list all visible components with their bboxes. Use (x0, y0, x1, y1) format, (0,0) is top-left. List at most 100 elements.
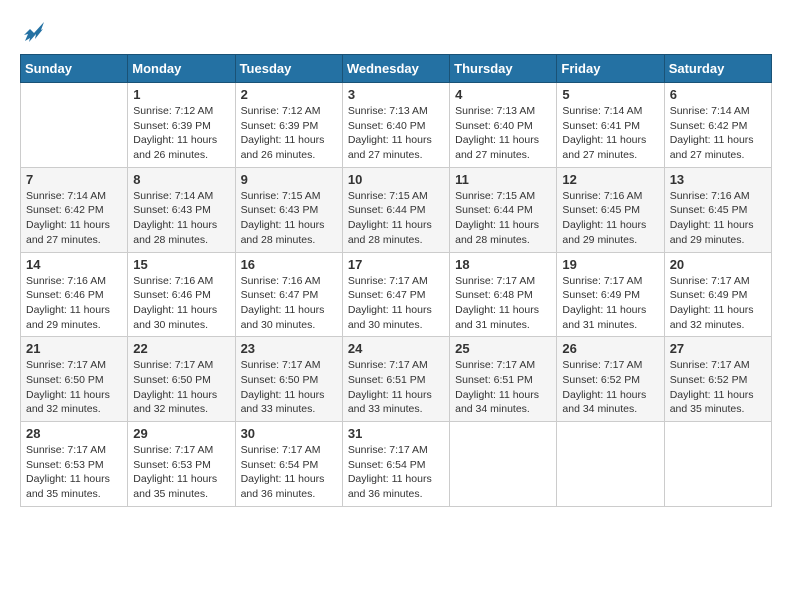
day-info: Sunrise: 7:14 AM Sunset: 6:43 PM Dayligh… (133, 189, 229, 248)
calendar-cell: 9 Sunrise: 7:15 AM Sunset: 6:43 PM Daylig… (235, 167, 342, 252)
day-info: Sunrise: 7:17 AM Sunset: 6:51 PM Dayligh… (348, 358, 444, 417)
calendar-cell: 13Sunrise: 7:16 AM Sunset: 6:45 PM Dayli… (664, 167, 771, 252)
calendar-cell: 17 Sunrise: 7:17 AM Sunset: 6:47 PM Dayli… (342, 252, 449, 337)
calendar-cell: 27Sunrise: 7:17 AM Sunset: 6:52 PM Dayli… (664, 337, 771, 422)
calendar-cell: 3 Sunrise: 7:13 AM Sunset: 6:40 PM Daylig… (342, 83, 449, 168)
day-info: Sunrise: 7:16 AM Sunset: 6:45 PM Dayligh… (670, 189, 766, 248)
calendar-cell: 19Sunrise: 7:17 AM Sunset: 6:49 PM Dayli… (557, 252, 664, 337)
day-info: Sunrise: 7:16 AM Sunset: 6:47 PM Dayligh… (241, 274, 337, 333)
day-info: Sunrise: 7:17 AM Sunset: 6:49 PM Dayligh… (670, 274, 766, 333)
calendar-cell: 22 Sunrise: 7:17 AM Sunset: 6:50 PM Dayli… (128, 337, 235, 422)
calendar-cell: 18 Sunrise: 7:17 AM Sunset: 6:48 PM Dayli… (450, 252, 557, 337)
day-info: Sunrise: 7:17 AM Sunset: 6:54 PM Dayligh… (241, 443, 337, 502)
day-number: 10 (348, 172, 444, 187)
day-number: 16 (241, 257, 337, 272)
calendar-cell (21, 83, 128, 168)
column-header-wednesday: Wednesday (342, 55, 449, 83)
day-info: Sunrise: 7:14 AM Sunset: 6:41 PM Dayligh… (562, 104, 658, 163)
day-number: 29 (133, 426, 229, 441)
calendar-week-row: 21 Sunrise: 7:17 AM Sunset: 6:50 PM Dayli… (21, 337, 772, 422)
day-number: 9 (241, 172, 337, 187)
day-info: Sunrise: 7:17 AM Sunset: 6:49 PM Dayligh… (562, 274, 658, 333)
day-info: Sunrise: 7:12 AM Sunset: 6:39 PM Dayligh… (133, 104, 229, 163)
day-info: Sunrise: 7:17 AM Sunset: 6:50 PM Dayligh… (241, 358, 337, 417)
day-info: Sunrise: 7:15 AM Sunset: 6:44 PM Dayligh… (455, 189, 551, 248)
day-number: 17 (348, 257, 444, 272)
day-info: Sunrise: 7:17 AM Sunset: 6:50 PM Dayligh… (133, 358, 229, 417)
day-info: Sunrise: 7:17 AM Sunset: 6:48 PM Dayligh… (455, 274, 551, 333)
calendar-cell: 20 Sunrise: 7:17 AM Sunset: 6:49 PM Dayli… (664, 252, 771, 337)
day-info: Sunrise: 7:17 AM Sunset: 6:51 PM Dayligh… (455, 358, 551, 417)
day-number: 2 (241, 87, 337, 102)
logo-bird-icon (22, 20, 46, 44)
day-info: Sunrise: 7:17 AM Sunset: 6:53 PM Dayligh… (133, 443, 229, 502)
day-number: 8 (133, 172, 229, 187)
calendar-cell: 29 Sunrise: 7:17 AM Sunset: 6:53 PM Dayli… (128, 422, 235, 507)
calendar-cell: 11 Sunrise: 7:15 AM Sunset: 6:44 PM Dayli… (450, 167, 557, 252)
column-header-monday: Monday (128, 55, 235, 83)
column-header-tuesday: Tuesday (235, 55, 342, 83)
day-number: 15 (133, 257, 229, 272)
day-number: 6 (670, 87, 766, 102)
calendar-cell: 24Sunrise: 7:17 AM Sunset: 6:51 PM Dayli… (342, 337, 449, 422)
column-header-sunday: Sunday (21, 55, 128, 83)
calendar-cell: 12 Sunrise: 7:16 AM Sunset: 6:45 PM Dayli… (557, 167, 664, 252)
day-number: 5 (562, 87, 658, 102)
column-header-thursday: Thursday (450, 55, 557, 83)
calendar-cell: 7Sunrise: 7:14 AM Sunset: 6:42 PM Daylig… (21, 167, 128, 252)
calendar-cell: 21 Sunrise: 7:17 AM Sunset: 6:50 PM Dayli… (21, 337, 128, 422)
day-number: 30 (241, 426, 337, 441)
day-number: 25 (455, 341, 551, 356)
day-info: Sunrise: 7:17 AM Sunset: 6:54 PM Dayligh… (348, 443, 444, 502)
day-number: 21 (26, 341, 122, 356)
calendar-cell: 30 Sunrise: 7:17 AM Sunset: 6:54 PM Dayli… (235, 422, 342, 507)
calendar-cell: 15Sunrise: 7:16 AM Sunset: 6:46 PM Dayli… (128, 252, 235, 337)
calendar-cell: 23Sunrise: 7:17 AM Sunset: 6:50 PM Dayli… (235, 337, 342, 422)
day-info: Sunrise: 7:15 AM Sunset: 6:44 PM Dayligh… (348, 189, 444, 248)
day-number: 12 (562, 172, 658, 187)
calendar-cell: 16 Sunrise: 7:16 AM Sunset: 6:47 PM Dayli… (235, 252, 342, 337)
calendar-cell: 28Sunrise: 7:17 AM Sunset: 6:53 PM Dayli… (21, 422, 128, 507)
calendar-cell: 4 Sunrise: 7:13 AM Sunset: 6:40 PM Daylig… (450, 83, 557, 168)
day-number: 3 (348, 87, 444, 102)
page-header (20, 20, 772, 44)
day-number: 18 (455, 257, 551, 272)
day-number: 20 (670, 257, 766, 272)
logo (20, 20, 46, 44)
day-number: 14 (26, 257, 122, 272)
calendar-week-row: 1 Sunrise: 7:12 AM Sunset: 6:39 PM Daylig… (21, 83, 772, 168)
calendar-cell: 6 Sunrise: 7:14 AM Sunset: 6:42 PM Daylig… (664, 83, 771, 168)
day-number: 1 (133, 87, 229, 102)
calendar-table: SundayMondayTuesdayWednesdayThursdayFrid… (20, 54, 772, 507)
calendar-cell: 2Sunrise: 7:12 AM Sunset: 6:39 PM Daylig… (235, 83, 342, 168)
day-info: Sunrise: 7:13 AM Sunset: 6:40 PM Dayligh… (455, 104, 551, 163)
day-number: 26 (562, 341, 658, 356)
day-info: Sunrise: 7:13 AM Sunset: 6:40 PM Dayligh… (348, 104, 444, 163)
calendar-cell: 5 Sunrise: 7:14 AM Sunset: 6:41 PM Daylig… (557, 83, 664, 168)
calendar-cell (450, 422, 557, 507)
day-number: 7 (26, 172, 122, 187)
day-info: Sunrise: 7:15 AM Sunset: 6:43 PM Dayligh… (241, 189, 337, 248)
day-info: Sunrise: 7:17 AM Sunset: 6:53 PM Dayligh… (26, 443, 122, 502)
calendar-cell (557, 422, 664, 507)
day-number: 4 (455, 87, 551, 102)
day-info: Sunrise: 7:16 AM Sunset: 6:45 PM Dayligh… (562, 189, 658, 248)
day-number: 11 (455, 172, 551, 187)
day-info: Sunrise: 7:17 AM Sunset: 6:47 PM Dayligh… (348, 274, 444, 333)
day-info: Sunrise: 7:17 AM Sunset: 6:50 PM Dayligh… (26, 358, 122, 417)
calendar-cell: 26 Sunrise: 7:17 AM Sunset: 6:52 PM Dayli… (557, 337, 664, 422)
calendar-header-row: SundayMondayTuesdayWednesdayThursdayFrid… (21, 55, 772, 83)
day-number: 27 (670, 341, 766, 356)
column-header-friday: Friday (557, 55, 664, 83)
calendar-cell (664, 422, 771, 507)
day-number: 22 (133, 341, 229, 356)
calendar-week-row: 7Sunrise: 7:14 AM Sunset: 6:42 PM Daylig… (21, 167, 772, 252)
calendar-cell: 8 Sunrise: 7:14 AM Sunset: 6:43 PM Daylig… (128, 167, 235, 252)
calendar-week-row: 14Sunrise: 7:16 AM Sunset: 6:46 PM Dayli… (21, 252, 772, 337)
column-header-saturday: Saturday (664, 55, 771, 83)
day-info: Sunrise: 7:14 AM Sunset: 6:42 PM Dayligh… (670, 104, 766, 163)
calendar-cell: 14Sunrise: 7:16 AM Sunset: 6:46 PM Dayli… (21, 252, 128, 337)
calendar-cell: 31Sunrise: 7:17 AM Sunset: 6:54 PM Dayli… (342, 422, 449, 507)
calendar-cell: 10 Sunrise: 7:15 AM Sunset: 6:44 PM Dayli… (342, 167, 449, 252)
day-info: Sunrise: 7:17 AM Sunset: 6:52 PM Dayligh… (562, 358, 658, 417)
